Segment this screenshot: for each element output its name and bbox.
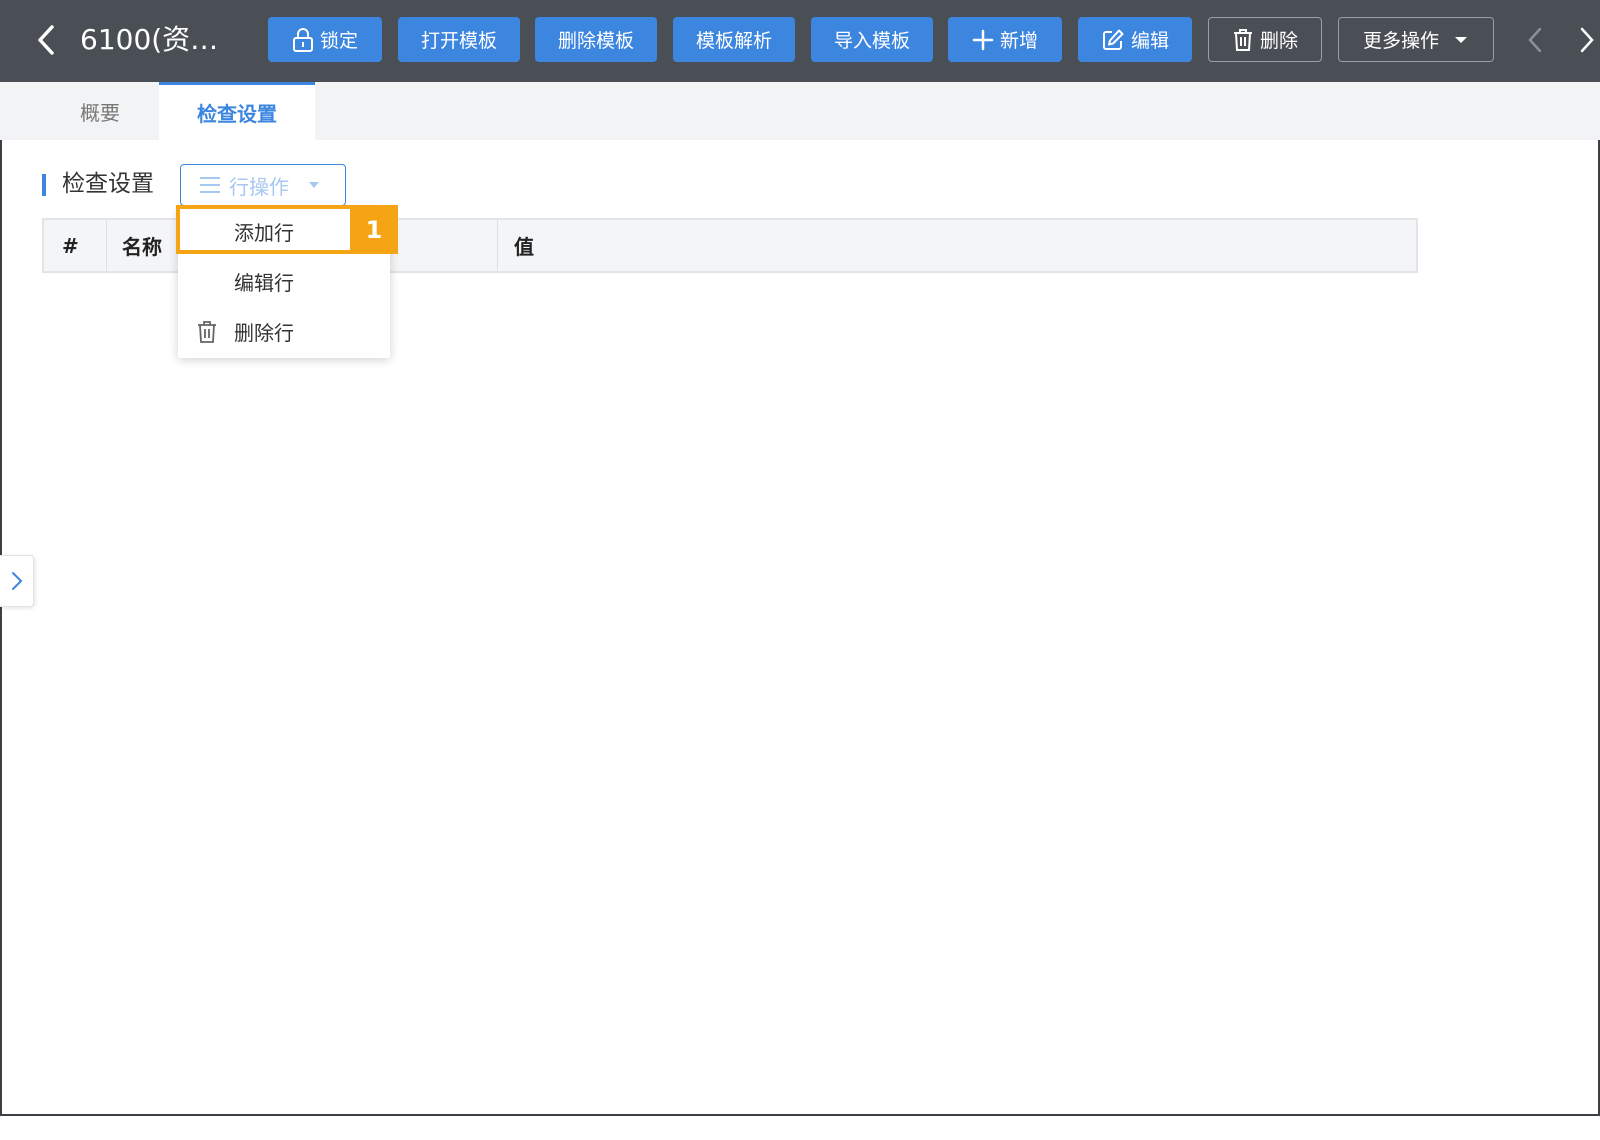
import-template-button[interactable]: 导入模板: [811, 17, 933, 62]
parse-template-label: 模板解析: [695, 30, 772, 52]
add-button-label: 新增: [999, 30, 1038, 52]
section-accent-bar: [42, 174, 46, 196]
edit-icon: [1102, 29, 1124, 50]
back-button[interactable]: [28, 22, 64, 58]
row-operations-label: 行操作: [229, 174, 289, 199]
menu-icon: [200, 177, 220, 193]
lock-icon: [292, 27, 313, 52]
chevron-left-icon: [1528, 27, 1542, 53]
tab-bar: 概要 检查设置: [0, 82, 1600, 140]
parse-template-button[interactable]: 模板解析: [673, 17, 795, 62]
edit-button[interactable]: 编辑: [1078, 17, 1192, 62]
page-title: 6100(资…: [80, 23, 219, 56]
more-actions-label: 更多操作: [1362, 30, 1439, 52]
delete-button-label: 删除: [1259, 30, 1298, 52]
lock-button[interactable]: 锁定: [268, 17, 382, 62]
scroll-right-button[interactable]: [1572, 22, 1600, 58]
toolbar: 6100(资… 锁定 打开模板 删除模板 模板解析 导入模板 新增 编辑 删除 …: [0, 0, 1600, 82]
sidebar-expand-toggle[interactable]: [0, 555, 34, 607]
column-divider: [497, 220, 498, 271]
tab-overview[interactable]: 概要: [40, 82, 160, 140]
column-header-index: #: [62, 233, 79, 258]
caret-down-icon: [309, 182, 319, 188]
menu-item-edit-row[interactable]: 编辑行: [178, 258, 390, 304]
tab-check-settings[interactable]: 检查设置: [159, 82, 315, 140]
open-template-button[interactable]: 打开模板: [398, 17, 520, 62]
chevron-left-icon: [38, 25, 54, 55]
lock-button-label: 锁定: [319, 30, 358, 52]
delete-template-label: 删除模板: [557, 30, 634, 52]
caret-down-icon: [1455, 36, 1467, 43]
row-operations-dropdown[interactable]: 行操作: [180, 164, 346, 206]
open-template-label: 打开模板: [420, 30, 497, 52]
column-header-name: 名称: [122, 235, 162, 259]
chevron-right-icon: [11, 572, 22, 590]
more-actions-dropdown[interactable]: 更多操作: [1338, 17, 1494, 62]
edit-button-label: 编辑: [1130, 30, 1169, 52]
menu-item-label: 删除行: [234, 320, 294, 345]
column-header-value: 值: [514, 235, 534, 259]
menu-item-delete-row[interactable]: 删除行: [178, 308, 390, 354]
trash-icon: [1233, 28, 1252, 51]
trash-icon: [198, 321, 216, 343]
chevron-right-icon: [1580, 27, 1594, 53]
column-divider: [106, 220, 107, 271]
section-title: 检查设置: [62, 171, 154, 197]
delete-button[interactable]: 删除: [1208, 17, 1322, 62]
plus-icon: [972, 29, 994, 50]
outside-area: [0, 1116, 1600, 1140]
step-badge: 1: [350, 205, 398, 254]
scroll-left-button[interactable]: [1520, 22, 1550, 58]
delete-template-button[interactable]: 删除模板: [535, 17, 657, 62]
menu-item-label: 编辑行: [234, 270, 294, 295]
add-button[interactable]: 新增: [948, 17, 1062, 62]
import-template-label: 导入模板: [833, 30, 910, 52]
